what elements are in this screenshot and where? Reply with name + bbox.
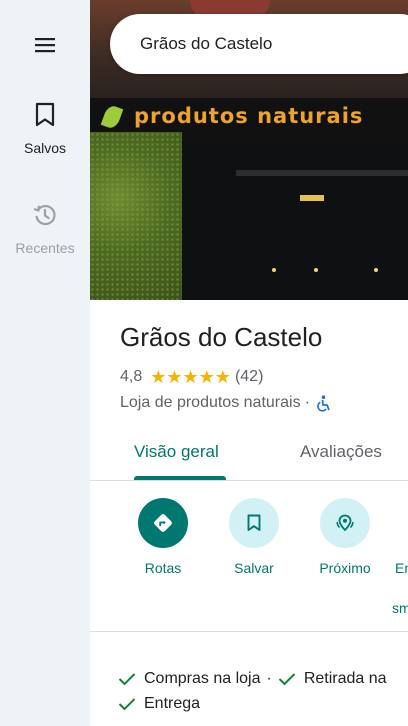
- place-title: Grãos do Castelo: [120, 322, 323, 352]
- photo-strip: [236, 170, 408, 176]
- star-rating-icon: ★★★★★: [150, 366, 231, 387]
- place-category: Loja de produtos naturais: [120, 394, 301, 411]
- rating-row[interactable]: 4,8 ★★★★★ (42): [120, 366, 263, 388]
- service-option: Compras na loja: [144, 670, 261, 687]
- directions-icon: [138, 498, 188, 548]
- search-input-text: Grãos do Castelo: [140, 34, 273, 53]
- rating-value: 4,8: [120, 368, 143, 385]
- nearby-icon: [320, 498, 370, 548]
- nearby-button[interactable]: Próximo: [305, 498, 385, 576]
- save-button[interactable]: Salvar: [214, 498, 294, 576]
- section-divider: [90, 631, 408, 632]
- photo-light: [374, 268, 378, 272]
- action-label: Salvar: [234, 560, 274, 576]
- photo-light-beam: [300, 195, 324, 201]
- photo-sign-text: produtos naturais: [134, 104, 364, 128]
- action-label-partial[interactable]: sm: [392, 600, 408, 616]
- check-icon: [118, 695, 136, 713]
- place-panel: produtos naturais Grãos do Castelo Grãos…: [90, 0, 408, 726]
- directions-button[interactable]: Rotas: [123, 498, 203, 576]
- review-count: (42): [234, 368, 264, 385]
- wheelchair-accessible-icon: [314, 394, 332, 412]
- action-label-partial[interactable]: En: [395, 560, 408, 576]
- check-icon: [118, 670, 136, 688]
- search-input[interactable]: Grãos do Castelo: [110, 14, 408, 74]
- tab-overview[interactable]: Visão geral: [134, 442, 219, 462]
- action-label: Próximo: [319, 560, 371, 576]
- active-tab-indicator: [134, 476, 226, 480]
- place-tabs: Visão geral Avaliações: [90, 428, 408, 481]
- sidebar-item-recent[interactable]: Recentes: [0, 200, 90, 256]
- menu-icon: [35, 38, 55, 53]
- separator: ·: [266, 670, 272, 687]
- sidebar-item-label: Salvos: [23, 140, 67, 156]
- check-icon: [278, 670, 296, 688]
- menu-button[interactable]: [30, 30, 60, 60]
- service-option: Entrega: [144, 695, 201, 712]
- bookmark-icon: [229, 498, 279, 548]
- service-options-row: Compras na loja · Retirada na: [118, 668, 387, 690]
- separator: ·: [304, 394, 310, 411]
- service-options-row: Entrega: [118, 693, 200, 715]
- photo-green-wall: [90, 132, 182, 300]
- action-label: Rotas: [144, 560, 182, 576]
- photo-light: [272, 268, 276, 272]
- photo-light: [314, 268, 318, 272]
- tab-reviews[interactable]: Avaliações: [300, 442, 382, 462]
- side-rail: Salvos Recentes: [0, 0, 90, 726]
- history-icon: [30, 200, 60, 230]
- sidebar-item-saved[interactable]: Salvos: [0, 100, 90, 156]
- category-row: Loja de produtos naturais ·: [120, 392, 332, 414]
- service-option: Retirada na: [303, 670, 387, 687]
- sidebar-item-label: Recentes: [15, 240, 75, 256]
- bookmark-icon: [30, 100, 60, 130]
